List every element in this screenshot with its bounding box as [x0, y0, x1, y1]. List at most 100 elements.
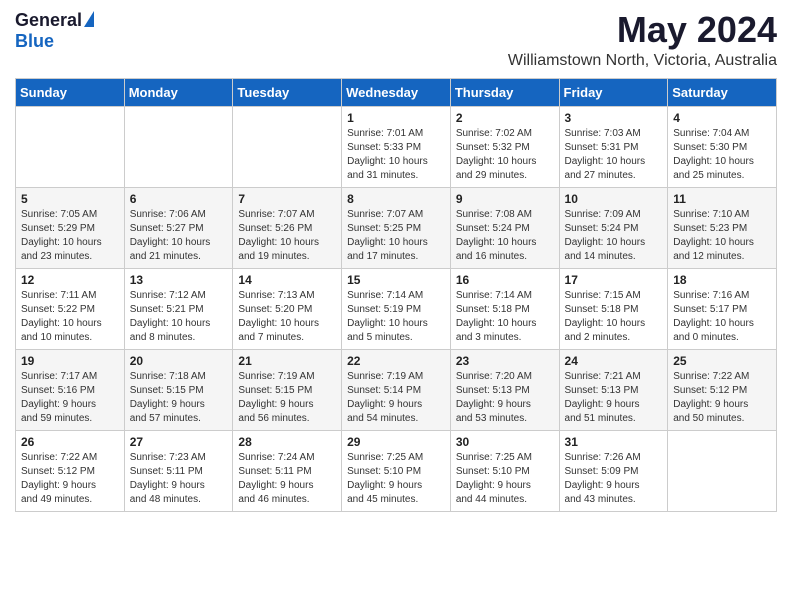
day-info: Sunrise: 7:26 AM Sunset: 5:09 PM Dayligh…: [565, 451, 663, 507]
calendar-week-row: 26Sunrise: 7:22 AM Sunset: 5:12 PM Dayli…: [16, 430, 777, 511]
day-info: Sunrise: 7:25 AM Sunset: 5:10 PM Dayligh…: [456, 451, 554, 507]
calendar-header-thursday: Thursday: [450, 78, 559, 106]
day-info: Sunrise: 7:09 AM Sunset: 5:24 PM Dayligh…: [565, 208, 663, 264]
day-info: Sunrise: 7:21 AM Sunset: 5:13 PM Dayligh…: [565, 370, 663, 426]
day-number: 4: [673, 111, 771, 125]
calendar-week-row: 5 Sunrise: 7:05 AM Sunset: 5:29 PM Daylig…: [16, 187, 777, 268]
day-info: Sunrise: 7:01 AM Sunset: 5:33 PM Dayligh…: [347, 127, 445, 183]
day-number: 19: [21, 354, 119, 368]
calendar-cell: 8Sunrise: 7:07 AM Sunset: 5:25 PM Daylig…: [342, 187, 451, 268]
day-number: 24: [565, 354, 663, 368]
calendar-cell: 17 Sunrise: 7:15 AM Sunset: 5:18 PM Dayli…: [559, 268, 668, 349]
calendar-header-wednesday: Wednesday: [342, 78, 451, 106]
day-info: Sunrise: 7:22 AM Sunset: 5:12 PM Dayligh…: [673, 370, 771, 426]
calendar-cell: 13Sunrise: 7:12 AM Sunset: 5:21 PM Dayli…: [124, 268, 233, 349]
calendar-cell: 9 Sunrise: 7:08 AM Sunset: 5:24 PM Daylig…: [450, 187, 559, 268]
title-section: May 2024 Williamstown North, Victoria, A…: [508, 10, 777, 70]
calendar-cell: 5 Sunrise: 7:05 AM Sunset: 5:29 PM Daylig…: [16, 187, 125, 268]
day-info: Sunrise: 7:20 AM Sunset: 5:13 PM Dayligh…: [456, 370, 554, 426]
day-info: Sunrise: 7:05 AM Sunset: 5:29 PM Dayligh…: [21, 208, 119, 264]
day-info: Sunrise: 7:17 AM Sunset: 5:16 PM Dayligh…: [21, 370, 119, 426]
calendar-cell: 7Sunrise: 7:07 AM Sunset: 5:26 PM Daylig…: [233, 187, 342, 268]
day-info: Sunrise: 7:15 AM Sunset: 5:18 PM Dayligh…: [565, 289, 663, 345]
day-info: Sunrise: 7:19 AM Sunset: 5:14 PM Dayligh…: [347, 370, 445, 426]
month-title: May 2024: [508, 10, 777, 50]
calendar-cell: 6Sunrise: 7:06 AM Sunset: 5:27 PM Daylig…: [124, 187, 233, 268]
day-info: Sunrise: 7:02 AM Sunset: 5:32 PM Dayligh…: [456, 127, 554, 183]
day-number: 3: [565, 111, 663, 125]
day-info: Sunrise: 7:22 AM Sunset: 5:12 PM Dayligh…: [21, 451, 119, 507]
day-number: 8: [347, 192, 445, 206]
calendar-cell: [16, 106, 125, 187]
calendar-cell: 30 Sunrise: 7:25 AM Sunset: 5:10 PM Dayli…: [450, 430, 559, 511]
day-info: Sunrise: 7:24 AM Sunset: 5:11 PM Dayligh…: [238, 451, 336, 507]
day-number: 25: [673, 354, 771, 368]
calendar-table: SundayMondayTuesdayWednesdayThursdayFrid…: [15, 78, 777, 512]
day-number: 30: [456, 435, 554, 449]
day-info: Sunrise: 7:04 AM Sunset: 5:30 PM Dayligh…: [673, 127, 771, 183]
calendar-cell: 22 Sunrise: 7:19 AM Sunset: 5:14 PM Dayli…: [342, 349, 451, 430]
calendar-cell: 3 Sunrise: 7:03 AM Sunset: 5:31 PM Daylig…: [559, 106, 668, 187]
day-number: 31: [565, 435, 663, 449]
day-number: 7: [238, 192, 336, 206]
day-info: Sunrise: 7:12 AM Sunset: 5:21 PM Dayligh…: [130, 289, 228, 345]
day-info: Sunrise: 7:14 AM Sunset: 5:18 PM Dayligh…: [456, 289, 554, 345]
day-info: Sunrise: 7:23 AM Sunset: 5:11 PM Dayligh…: [130, 451, 228, 507]
day-number: 9: [456, 192, 554, 206]
day-info: Sunrise: 7:03 AM Sunset: 5:31 PM Dayligh…: [565, 127, 663, 183]
day-number: 5: [21, 192, 119, 206]
calendar-week-row: 12Sunrise: 7:11 AM Sunset: 5:22 PM Dayli…: [16, 268, 777, 349]
day-number: 21: [238, 354, 336, 368]
logo-general-text: General: [15, 10, 82, 31]
day-number: 28: [238, 435, 336, 449]
calendar-cell: 24 Sunrise: 7:21 AM Sunset: 5:13 PM Dayli…: [559, 349, 668, 430]
calendar-week-row: 1 Sunrise: 7:01 AM Sunset: 5:33 PM Daylig…: [16, 106, 777, 187]
calendar-header-sunday: Sunday: [16, 78, 125, 106]
day-info: Sunrise: 7:08 AM Sunset: 5:24 PM Dayligh…: [456, 208, 554, 264]
calendar-cell: [233, 106, 342, 187]
calendar-cell: 25 Sunrise: 7:22 AM Sunset: 5:12 PM Dayli…: [668, 349, 777, 430]
calendar-cell: 12Sunrise: 7:11 AM Sunset: 5:22 PM Dayli…: [16, 268, 125, 349]
day-number: 11: [673, 192, 771, 206]
calendar-cell: 18 Sunrise: 7:16 AM Sunset: 5:17 PM Dayli…: [668, 268, 777, 349]
day-number: 18: [673, 273, 771, 287]
logo-triangle-icon: [84, 11, 94, 27]
day-info: Sunrise: 7:19 AM Sunset: 5:15 PM Dayligh…: [238, 370, 336, 426]
calendar-cell: 21 Sunrise: 7:19 AM Sunset: 5:15 PM Dayli…: [233, 349, 342, 430]
calendar-cell: 1 Sunrise: 7:01 AM Sunset: 5:33 PM Daylig…: [342, 106, 451, 187]
logo: General Blue: [15, 10, 94, 52]
calendar-cell: 4 Sunrise: 7:04 AM Sunset: 5:30 PM Daylig…: [668, 106, 777, 187]
day-number: 17: [565, 273, 663, 287]
day-info: Sunrise: 7:16 AM Sunset: 5:17 PM Dayligh…: [673, 289, 771, 345]
calendar-header-saturday: Saturday: [668, 78, 777, 106]
calendar-cell: 14 Sunrise: 7:13 AM Sunset: 5:20 PM Dayli…: [233, 268, 342, 349]
calendar-cell: 20Sunrise: 7:18 AM Sunset: 5:15 PM Dayli…: [124, 349, 233, 430]
day-number: 2: [456, 111, 554, 125]
calendar-header-friday: Friday: [559, 78, 668, 106]
logo-blue-text: Blue: [15, 31, 54, 52]
calendar-header-row: SundayMondayTuesdayWednesdayThursdayFrid…: [16, 78, 777, 106]
day-number: 10: [565, 192, 663, 206]
day-info: Sunrise: 7:13 AM Sunset: 5:20 PM Dayligh…: [238, 289, 336, 345]
day-number: 15: [347, 273, 445, 287]
day-number: 12: [21, 273, 119, 287]
page-header: General Blue May 2024 Williamstown North…: [15, 10, 777, 70]
location-subtitle: Williamstown North, Victoria, Australia: [508, 52, 777, 70]
day-number: 23: [456, 354, 554, 368]
calendar-body: 1 Sunrise: 7:01 AM Sunset: 5:33 PM Daylig…: [16, 106, 777, 511]
calendar-cell: 28 Sunrise: 7:24 AM Sunset: 5:11 PM Dayli…: [233, 430, 342, 511]
calendar-cell: 19 Sunrise: 7:17 AM Sunset: 5:16 PM Dayli…: [16, 349, 125, 430]
day-info: Sunrise: 7:10 AM Sunset: 5:23 PM Dayligh…: [673, 208, 771, 264]
calendar-cell: 27 Sunrise: 7:23 AM Sunset: 5:11 PM Dayli…: [124, 430, 233, 511]
day-info: Sunrise: 7:25 AM Sunset: 5:10 PM Dayligh…: [347, 451, 445, 507]
calendar-cell: 10 Sunrise: 7:09 AM Sunset: 5:24 PM Dayli…: [559, 187, 668, 268]
day-number: 27: [130, 435, 228, 449]
day-number: 14: [238, 273, 336, 287]
calendar-cell: 29Sunrise: 7:25 AM Sunset: 5:10 PM Dayli…: [342, 430, 451, 511]
calendar-cell: 16Sunrise: 7:14 AM Sunset: 5:18 PM Dayli…: [450, 268, 559, 349]
calendar-cell: 26Sunrise: 7:22 AM Sunset: 5:12 PM Dayli…: [16, 430, 125, 511]
calendar-cell: 23 Sunrise: 7:20 AM Sunset: 5:13 PM Dayli…: [450, 349, 559, 430]
day-number: 6: [130, 192, 228, 206]
day-number: 22: [347, 354, 445, 368]
day-number: 1: [347, 111, 445, 125]
